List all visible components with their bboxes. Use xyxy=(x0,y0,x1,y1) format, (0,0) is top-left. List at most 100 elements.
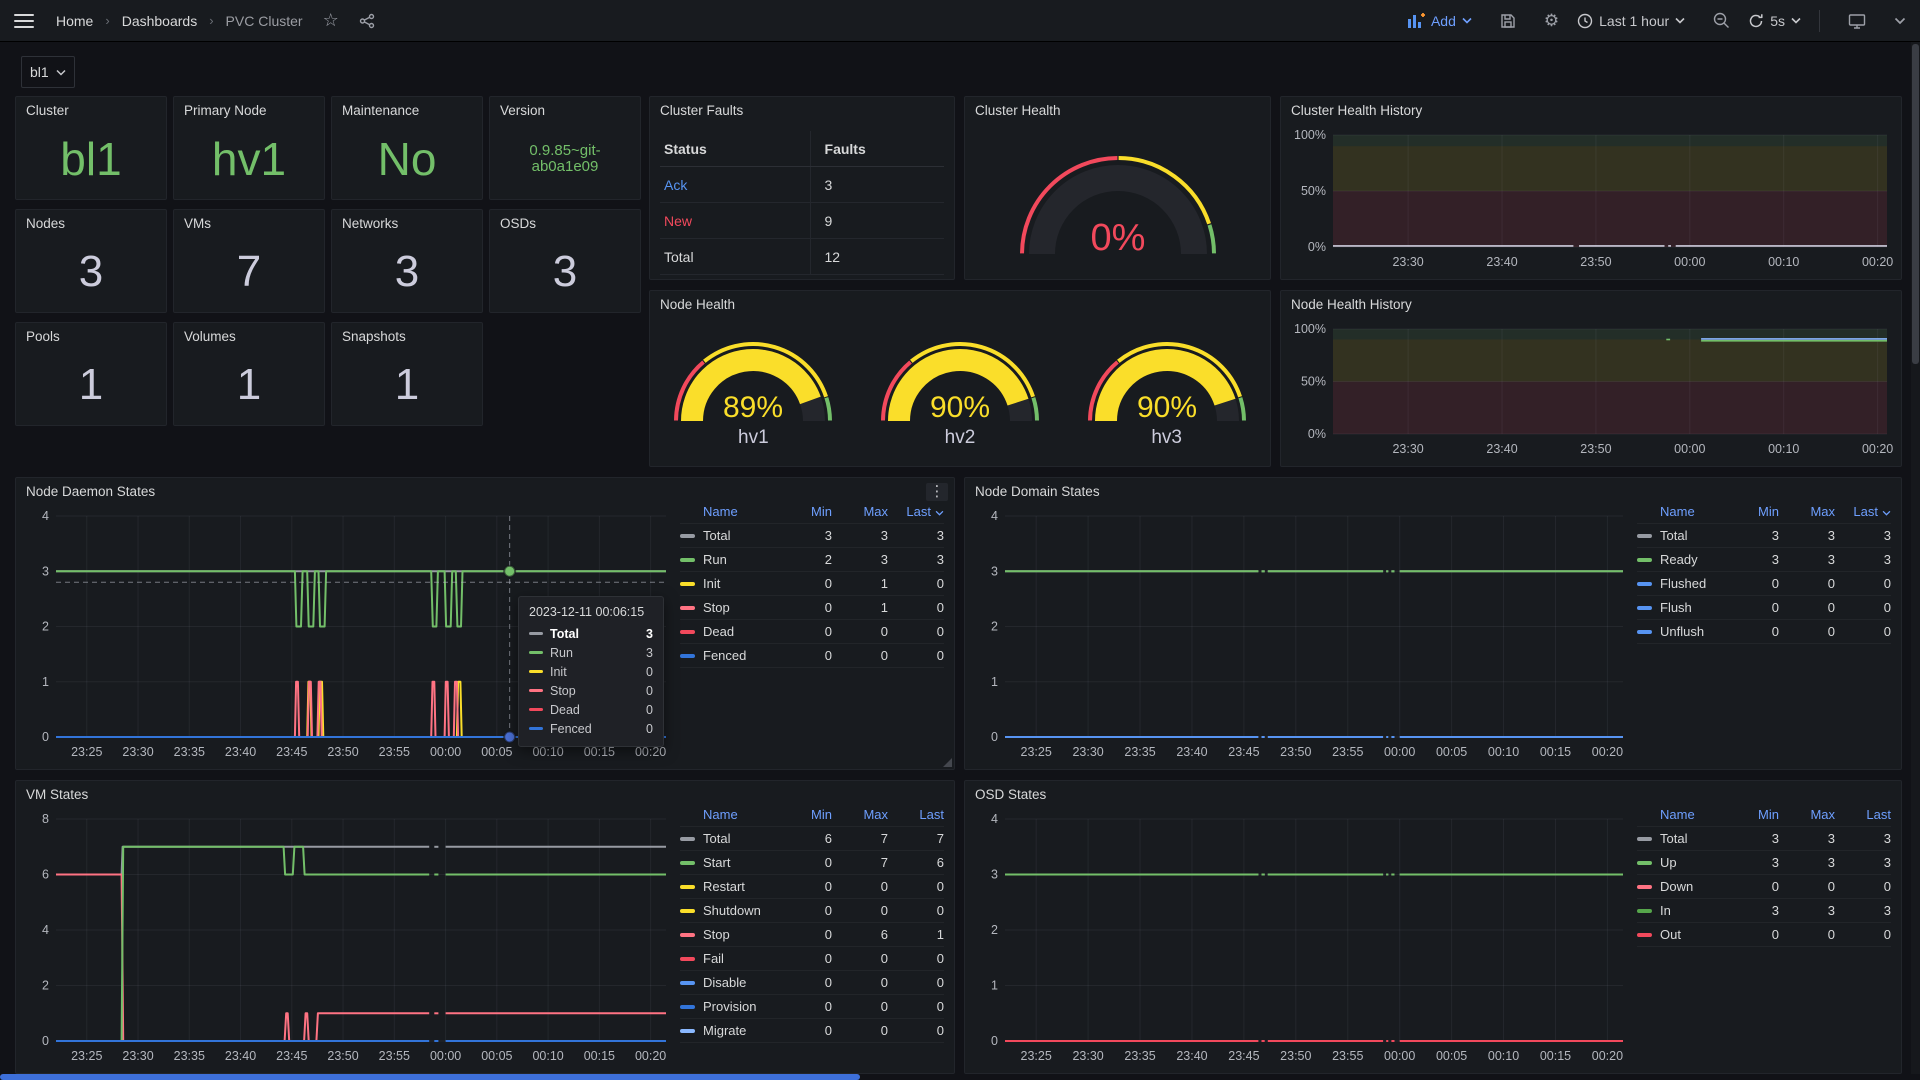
tv-mode-icon[interactable] xyxy=(1848,13,1866,29)
add-button[interactable]: Add xyxy=(1408,13,1472,29)
legend-row-shutdown[interactable]: Shutdown 0 0 0 xyxy=(680,899,944,923)
legend-row-fenced[interactable]: Fenced 0 0 0 xyxy=(680,644,944,668)
legend-row-provision[interactable]: Provision 0 0 0 xyxy=(680,995,944,1019)
legend-row-fail[interactable]: Fail 0 0 0 xyxy=(680,947,944,971)
series-name[interactable]: In xyxy=(1660,903,1671,918)
series-name[interactable]: Migrate xyxy=(703,1023,746,1038)
legend-row-up[interactable]: Up 3 3 3 xyxy=(1637,851,1891,875)
legend-row-out[interactable]: Out 0 0 0 xyxy=(1637,923,1891,947)
vm-states-chart[interactable]: 23:2523:3023:3523:4023:4523:5023:5500:00… xyxy=(24,809,672,1067)
horizontal-scrollbar[interactable] xyxy=(0,1074,1920,1080)
variable-dropdown-cluster[interactable]: bl1 xyxy=(21,56,75,88)
faults-col-status[interactable]: Status xyxy=(660,131,811,166)
series-name[interactable]: Disable xyxy=(703,975,746,990)
vertical-scrollbar-thumb[interactable] xyxy=(1912,44,1919,364)
series-name[interactable]: Restart xyxy=(703,879,745,894)
series-name[interactable]: Init xyxy=(703,576,720,591)
legend-row-flushed[interactable]: Flushed 0 0 0 xyxy=(1637,572,1891,596)
legend-col-last[interactable]: Last xyxy=(1835,807,1891,822)
series-name[interactable]: Down xyxy=(1660,879,1693,894)
legend-row-disable[interactable]: Disable 0 0 0 xyxy=(680,971,944,995)
panel-menu-icon[interactable]: ⋮ xyxy=(926,483,948,501)
faults-row-total[interactable]: Total 12 xyxy=(660,239,944,275)
series-swatch xyxy=(529,670,543,673)
series-name[interactable]: Up xyxy=(1660,855,1677,870)
series-name[interactable]: Flush xyxy=(1660,600,1692,615)
node-domain-states-chart[interactable]: 23:2523:3023:3523:4023:4523:5023:5500:00… xyxy=(973,506,1629,763)
legend-col-last[interactable]: Last xyxy=(888,504,944,519)
node-health-history-chart[interactable]: 23:3023:4023:5000:0000:1000:200%50%100% xyxy=(1287,319,1893,460)
legend-row-total[interactable]: Total 3 3 3 xyxy=(680,524,944,548)
legend-row-ready[interactable]: Ready 3 3 3 xyxy=(1637,548,1891,572)
faults-col-faults[interactable]: Faults xyxy=(811,141,866,157)
series-name[interactable]: Total xyxy=(703,831,730,846)
legend-row-total[interactable]: Total 3 3 3 xyxy=(1637,827,1891,851)
refresh-picker[interactable]: 5s xyxy=(1748,13,1801,29)
osd-states-chart[interactable]: 23:2523:3023:3523:4023:4523:5023:5500:00… xyxy=(973,809,1629,1067)
legend-row-stop[interactable]: Stop 0 6 1 xyxy=(680,923,944,947)
svg-text:23:40: 23:40 xyxy=(1176,745,1207,759)
legend-col-min[interactable]: Min xyxy=(776,807,832,822)
series-name[interactable]: Unflush xyxy=(1660,624,1704,639)
series-name[interactable]: Out xyxy=(1660,927,1681,942)
faults-row-ack[interactable]: Ack 3 xyxy=(660,167,944,203)
legend-col-name[interactable]: Name xyxy=(680,807,776,822)
legend-col-name[interactable]: Name xyxy=(1637,807,1723,822)
save-icon[interactable] xyxy=(1500,13,1516,29)
legend-row-migrate[interactable]: Migrate 0 0 0 xyxy=(680,1019,944,1043)
legend-row-init[interactable]: Init 0 1 0 xyxy=(680,572,944,596)
series-name[interactable]: Flushed xyxy=(1660,576,1706,591)
legend-row-total[interactable]: Total 6 7 7 xyxy=(680,827,944,851)
gear-icon[interactable]: ⚙ xyxy=(1544,11,1559,31)
breadcrumb-home[interactable]: Home xyxy=(56,13,93,29)
legend-row-run[interactable]: Run 2 3 3 xyxy=(680,548,944,572)
star-icon[interactable]: ☆ xyxy=(323,10,339,31)
series-name[interactable]: Fenced xyxy=(703,648,746,663)
series-name[interactable]: Start xyxy=(703,855,730,870)
legend-col-max[interactable]: Max xyxy=(1779,504,1835,519)
series-name[interactable]: Provision xyxy=(703,999,756,1014)
svg-text:50%: 50% xyxy=(1301,375,1326,389)
legend-col-max[interactable]: Max xyxy=(832,807,888,822)
series-name[interactable]: Dead xyxy=(703,624,734,639)
series-name[interactable]: Stop xyxy=(703,927,730,942)
legend-col-min[interactable]: Min xyxy=(1723,807,1779,822)
legend-row-down[interactable]: Down 0 0 0 xyxy=(1637,875,1891,899)
vertical-scrollbar[interactable] xyxy=(1911,42,1920,1080)
panel-resize-handle[interactable] xyxy=(943,758,952,767)
share-icon[interactable] xyxy=(359,13,375,29)
legend-col-name[interactable]: Name xyxy=(680,504,776,519)
cluster-health-history-chart[interactable]: 23:3023:4023:5000:0000:1000:200%50%100% xyxy=(1287,125,1893,273)
legend-row-flush[interactable]: Flush 0 0 0 xyxy=(1637,596,1891,620)
legend-col-max[interactable]: Max xyxy=(1779,807,1835,822)
legend-col-last[interactable]: Last xyxy=(1835,504,1891,519)
series-name[interactable]: Fail xyxy=(703,951,724,966)
legend-row-total[interactable]: Total 3 3 3 xyxy=(1637,524,1891,548)
series-name[interactable]: Run xyxy=(703,552,727,567)
legend-row-stop[interactable]: Stop 0 1 0 xyxy=(680,596,944,620)
legend-row-start[interactable]: Start 0 7 6 xyxy=(680,851,944,875)
series-name[interactable]: Ready xyxy=(1660,552,1698,567)
series-name[interactable]: Stop xyxy=(703,600,730,615)
faults-table-header[interactable]: Status Faults xyxy=(660,131,944,167)
zoom-out-icon[interactable] xyxy=(1713,12,1730,29)
legend-col-last[interactable]: Last xyxy=(888,807,944,822)
chevron-down-icon[interactable] xyxy=(1894,17,1906,25)
legend-col-max[interactable]: Max xyxy=(832,504,888,519)
horizontal-scrollbar-thumb[interactable] xyxy=(0,1074,860,1080)
breadcrumb-dashboards[interactable]: Dashboards xyxy=(122,13,198,29)
menu-icon[interactable] xyxy=(14,14,34,28)
faults-row-new[interactable]: New 9 xyxy=(660,203,944,239)
legend-row-dead[interactable]: Dead 0 0 0 xyxy=(680,620,944,644)
time-range-picker[interactable]: Last 1 hour xyxy=(1577,13,1685,29)
legend-row-in[interactable]: In 3 3 3 xyxy=(1637,899,1891,923)
legend-col-min[interactable]: Min xyxy=(776,504,832,519)
series-name[interactable]: Total xyxy=(1660,831,1687,846)
legend-col-min[interactable]: Min xyxy=(1723,504,1779,519)
legend-row-unflush[interactable]: Unflush 0 0 0 xyxy=(1637,620,1891,644)
series-name[interactable]: Shutdown xyxy=(703,903,761,918)
legend-col-name[interactable]: Name xyxy=(1637,504,1723,519)
legend-row-restart[interactable]: Restart 0 0 0 xyxy=(680,875,944,899)
series-name[interactable]: Total xyxy=(703,528,730,543)
series-name[interactable]: Total xyxy=(1660,528,1687,543)
